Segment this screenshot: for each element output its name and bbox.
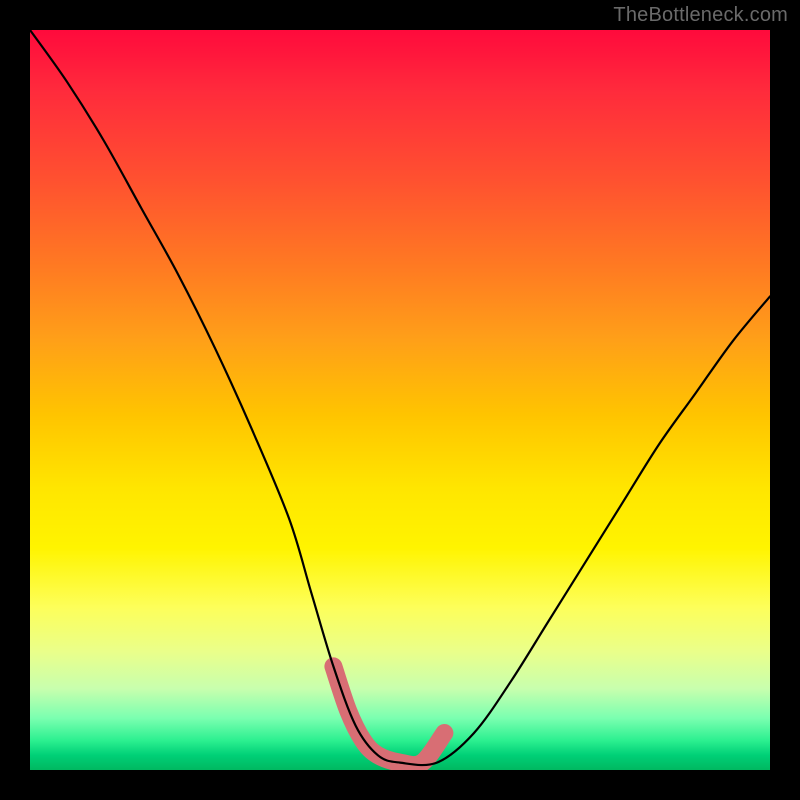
chart-frame: TheBottleneck.com xyxy=(0,0,800,800)
bottleneck-curve xyxy=(30,30,770,765)
plot-area xyxy=(30,30,770,770)
watermark-text: TheBottleneck.com xyxy=(613,4,788,27)
curve-layer xyxy=(30,30,770,770)
